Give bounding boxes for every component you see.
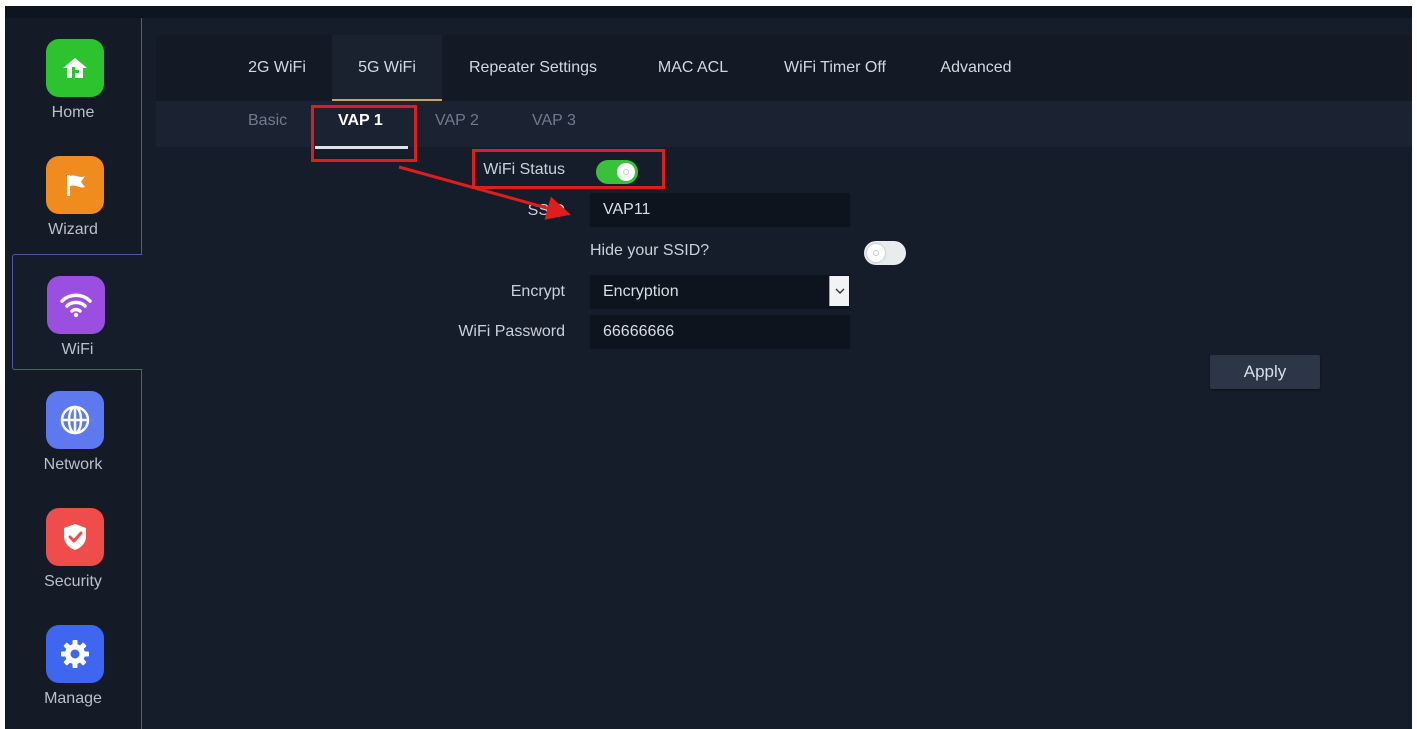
annotation-arrow [398,165,571,220]
app-frame: Home Wizard WiFi Network Security Manage… [5,6,1412,729]
